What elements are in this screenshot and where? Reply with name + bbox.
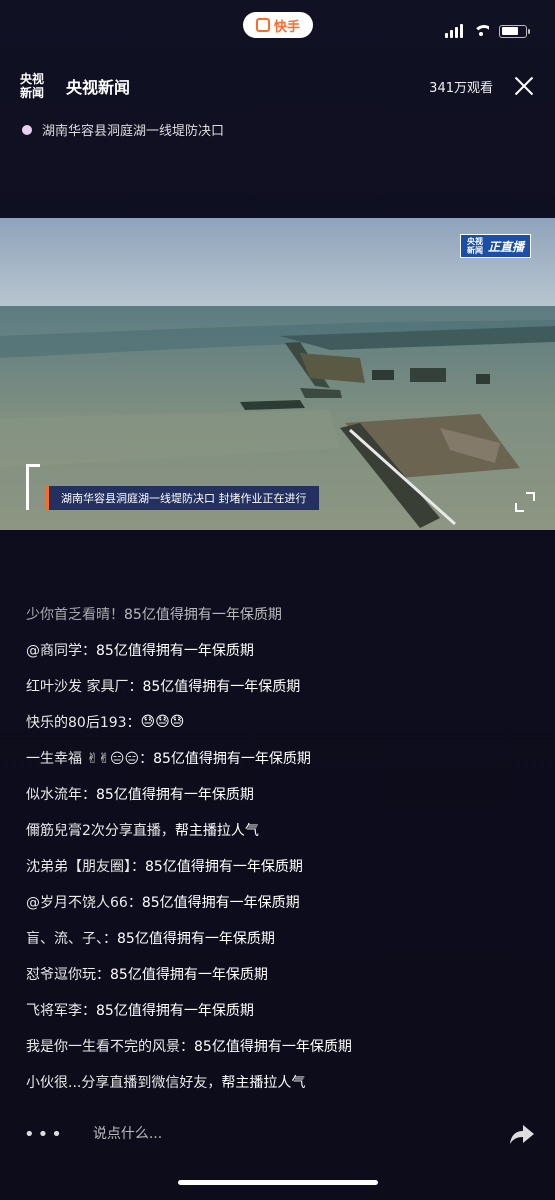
comment-user[interactable]: @岁月不饶人66： bbox=[26, 892, 142, 912]
live-label: 正直播 bbox=[487, 239, 524, 254]
comment-item[interactable]: 少你首乏看晴！ 85亿值得拥有一年保质期 bbox=[26, 596, 535, 632]
channel-name[interactable]: 央视新闻 bbox=[66, 74, 130, 98]
comment-user[interactable]: 少你首乏看晴！ bbox=[26, 604, 124, 624]
more-icon[interactable]: ••• bbox=[24, 1124, 65, 1145]
system-icons bbox=[445, 24, 530, 38]
comment-user[interactable]: 盲、流、子、： bbox=[26, 928, 117, 948]
share-icon[interactable] bbox=[509, 1123, 535, 1145]
status-bar: 快手 bbox=[0, 0, 555, 60]
comment-user[interactable]: 儞筋兒膏2次分享直播， bbox=[26, 820, 175, 840]
comment-item[interactable]: 小伙很...分享直播到微信好友， 帮主播拉人气 bbox=[26, 1064, 535, 1100]
bottom-bar: ••• bbox=[24, 1112, 535, 1156]
live-stream-screen: 快手 央视 新闻 央视新闻 341万观看 湖南华容县洞庭湖一线堤防决口 央视 新… bbox=[0, 0, 555, 1200]
comment-user[interactable]: 一生幸福 ✌✌😑😑： bbox=[26, 748, 153, 768]
app-pill-label: 快手 bbox=[273, 19, 300, 35]
channel-logo[interactable]: 央视 新闻 bbox=[20, 69, 54, 103]
caption-text: 湖南华容县洞庭湖一线堤防决口 封堵作业正在进行 bbox=[46, 486, 319, 510]
comment-list: 少你首乏看晴！ 85亿值得拥有一年保质期 @商同学： 85亿值得拥有一年保质期 红叶沙发… bbox=[26, 560, 535, 1100]
comment-user[interactable]: 怼爷逗你玩： bbox=[26, 964, 110, 984]
live-badge-logo: 央视 新闻 bbox=[467, 237, 483, 255]
comment-user[interactable]: 快乐的80后193： bbox=[26, 712, 141, 732]
live-logo-line-1: 央视 bbox=[466, 237, 483, 246]
comment-item[interactable]: 似水流年： 85亿值得拥有一年保质期 bbox=[26, 776, 535, 812]
comment-item[interactable]: 我是你一生看不完的风景： 85亿值得拥有一年保质期 bbox=[26, 1028, 535, 1064]
comment-user[interactable]: 我是你一生看不完的风景： bbox=[26, 1036, 194, 1056]
live-badge: 央视 新闻 正直播 bbox=[459, 234, 531, 258]
close-icon[interactable] bbox=[513, 75, 535, 97]
logo-line-1: 央视 bbox=[20, 72, 45, 86]
comment-user[interactable]: @商同学： bbox=[26, 640, 96, 660]
comment-text: 85亿值得拥有一年保质期 bbox=[145, 859, 303, 875]
caption-bracket bbox=[26, 464, 40, 510]
comment-item[interactable] bbox=[26, 560, 535, 596]
comment-user[interactable]: 小伙很...分享直播到微信好友， bbox=[26, 1072, 221, 1092]
comment-text: 85亿值得拥有一年保质期 bbox=[153, 751, 311, 767]
comment-user[interactable]: 红叶沙发 家具厂： bbox=[26, 676, 142, 696]
video-player[interactable]: 央视 新闻 正直播 湖南华容县洞庭湖一线堤防决口 封堵作业正在进行 bbox=[0, 218, 555, 530]
comment-text: 85亿值得拥有一年保质期 bbox=[194, 1039, 352, 1055]
location-dot-icon bbox=[22, 124, 32, 135]
comment-item[interactable]: 盲、流、子、： 85亿值得拥有一年保质期 bbox=[26, 920, 535, 956]
signal-icon bbox=[445, 24, 463, 38]
home-indicator[interactable] bbox=[178, 1180, 378, 1185]
location-text: 湖南华容县洞庭湖一线堤防决口 bbox=[42, 124, 225, 139]
viewer-count: 341万观看 bbox=[429, 80, 493, 96]
comment-item[interactable]: @商同学： 85亿值得拥有一年保质期 bbox=[26, 632, 535, 668]
comment-text: 85亿值得拥有一年保质期 bbox=[117, 931, 275, 947]
comment-item[interactable]: 沈弟弟【朋友圈】： 85亿值得拥有一年保质期 bbox=[26, 848, 535, 884]
comment-text: 帮主播拉人气 bbox=[221, 1075, 306, 1091]
fullscreen-icon[interactable] bbox=[515, 492, 535, 512]
comment-text: 😓😓😓 bbox=[140, 714, 185, 730]
comment-user[interactable]: 沈弟弟【朋友圈】： bbox=[26, 856, 145, 876]
comment-item[interactable]: 怼爷逗你玩： 85亿值得拥有一年保质期 bbox=[26, 956, 535, 992]
comment-text: 帮主播拉人气 bbox=[174, 823, 259, 839]
comment-item[interactable]: 红叶沙发 家具厂： 85亿值得拥有一年保质期 bbox=[26, 668, 535, 704]
comment-item[interactable]: 一生幸福 ✌✌😑😑： 85亿值得拥有一年保质期 bbox=[26, 740, 535, 776]
comment-text: 85亿值得拥有一年保质期 bbox=[141, 895, 300, 911]
kuaishou-icon bbox=[255, 18, 270, 32]
battery-icon bbox=[499, 24, 530, 38]
comment-text: 85亿值得拥有一年保质期 bbox=[142, 679, 301, 695]
comment-item[interactable]: 快乐的80后193： 😓😓😓 bbox=[26, 704, 535, 740]
comment-text: 85亿值得拥有一年保质期 bbox=[124, 607, 282, 623]
comment-text: 85亿值得拥有一年保质期 bbox=[110, 967, 268, 983]
comment-input[interactable] bbox=[92, 1126, 393, 1142]
comment-text: 85亿值得拥有一年保质期 bbox=[96, 1003, 254, 1019]
video-caption: 湖南华容县洞庭湖一线堤防决口 封堵作业正在进行 bbox=[26, 464, 319, 510]
comment-user[interactable]: 飞将军李： bbox=[26, 1000, 96, 1020]
app-pill[interactable]: 快手 bbox=[243, 12, 313, 38]
wifi-icon bbox=[473, 25, 489, 37]
live-logo-line-2: 新闻 bbox=[466, 246, 483, 255]
header: 央视 新闻 央视新闻 341万观看 bbox=[20, 66, 535, 106]
comment-item[interactable]: 儞筋兒膏2次分享直播， 帮主播拉人气 bbox=[26, 812, 535, 848]
comment-text: 85亿值得拥有一年保质期 bbox=[96, 643, 254, 659]
comment-item[interactable]: 飞将军李： 85亿值得拥有一年保质期 bbox=[26, 992, 535, 1028]
logo-line-2: 新闻 bbox=[20, 86, 45, 100]
location-tag[interactable]: 湖南华容县洞庭湖一线堤防决口 bbox=[22, 120, 224, 139]
comment-user[interactable]: 似水流年： bbox=[26, 784, 96, 804]
comment-item[interactable]: @岁月不饶人66： 85亿值得拥有一年保质期 bbox=[26, 884, 535, 920]
comment-text: 85亿值得拥有一年保质期 bbox=[96, 787, 254, 803]
